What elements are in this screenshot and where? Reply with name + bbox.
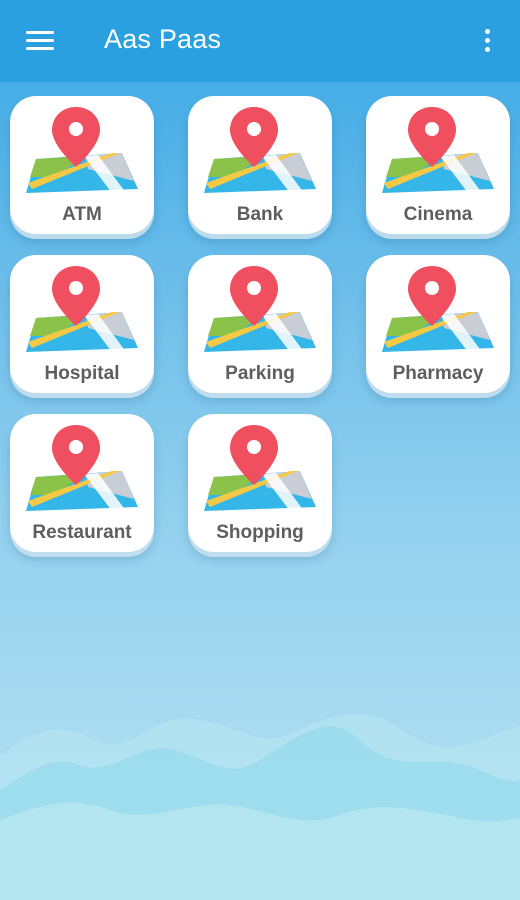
map-pin-icon <box>26 266 138 352</box>
app-title: Aas Paas <box>104 24 222 54</box>
map-pin-icon <box>26 107 138 193</box>
category-label: Restaurant <box>32 522 132 543</box>
category-tile-bank[interactable]: Bank <box>188 96 332 234</box>
category-label: Shopping <box>216 522 304 543</box>
category-label: ATM <box>62 204 102 225</box>
category-tile-cinema[interactable]: Cinema <box>366 96 510 234</box>
category-tile-restaurant[interactable]: Restaurant <box>10 414 154 552</box>
category-tile-atm[interactable]: ATM <box>10 96 154 234</box>
map-pin-icon <box>382 107 494 193</box>
category-label: Cinema <box>403 204 473 225</box>
category-label: Pharmacy <box>392 363 484 384</box>
map-pin-icon <box>204 425 316 511</box>
category-tile-parking[interactable]: Parking <box>188 255 332 393</box>
map-pin-icon <box>204 266 316 352</box>
overflow-menu-icon[interactable] <box>478 26 498 56</box>
hamburger-menu-icon[interactable] <box>26 29 56 53</box>
category-tile-pharmacy[interactable]: Pharmacy <box>366 255 510 393</box>
category-label: Parking <box>225 363 295 384</box>
app-screen: Aas Paas ATM Bank Cinema Hospital Parkin… <box>0 0 520 900</box>
decorative-waves <box>0 713 520 900</box>
category-tile-shopping[interactable]: Shopping <box>188 414 332 552</box>
map-pin-icon <box>26 425 138 511</box>
category-tile-hospital[interactable]: Hospital <box>10 255 154 393</box>
category-label: Hospital <box>44 363 120 384</box>
category-label: Bank <box>236 204 284 225</box>
map-pin-icon <box>382 266 494 352</box>
map-pin-icon <box>204 107 316 193</box>
app-bar: Aas Paas <box>0 0 520 82</box>
